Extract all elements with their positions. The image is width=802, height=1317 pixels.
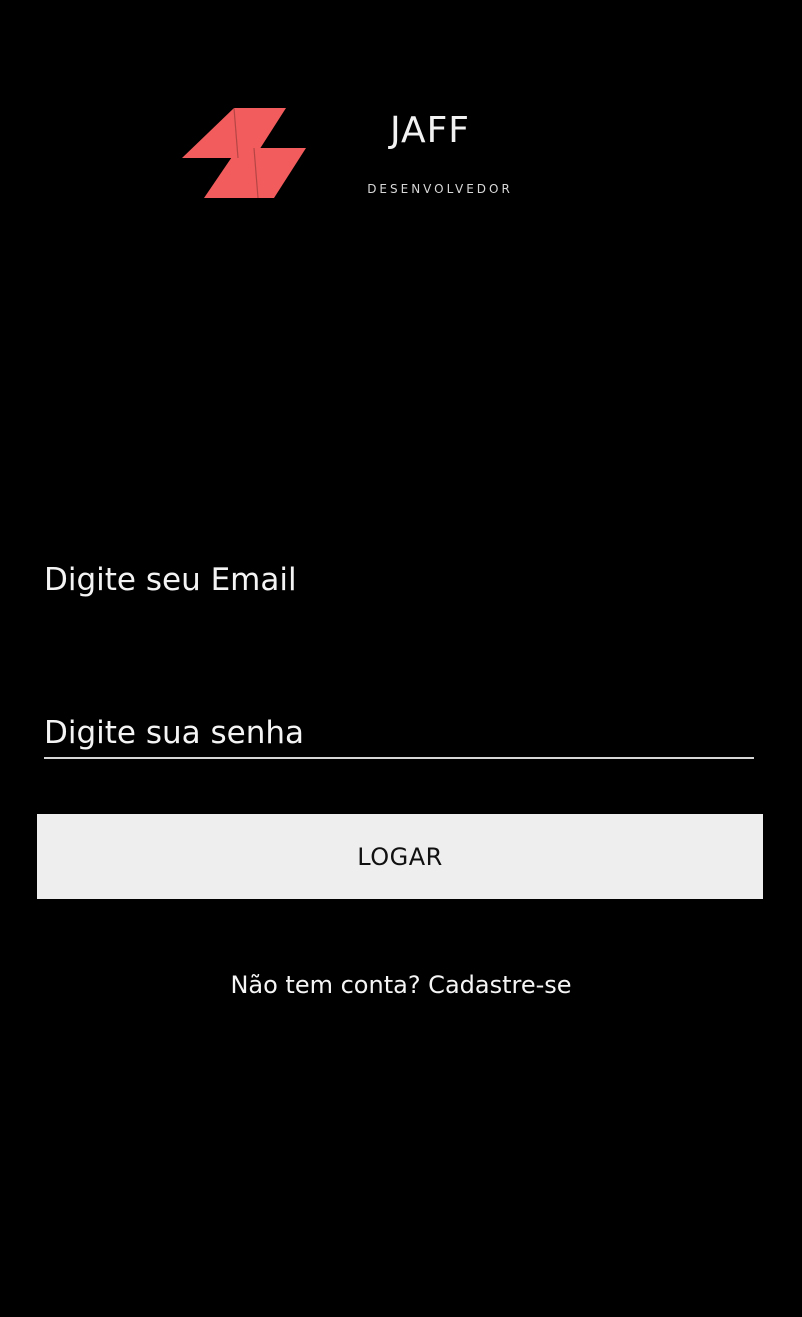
brand-name: JAFF [389,110,471,151]
brand-logo [182,107,306,199]
signup-link[interactable]: Não tem conta? Cadastre-se [0,971,802,999]
brand-tagline: DESENVOLVEDOR [367,182,513,196]
login-button[interactable]: LOGAR [37,814,763,899]
password-field[interactable] [44,709,754,759]
email-field[interactable] [44,558,754,602]
